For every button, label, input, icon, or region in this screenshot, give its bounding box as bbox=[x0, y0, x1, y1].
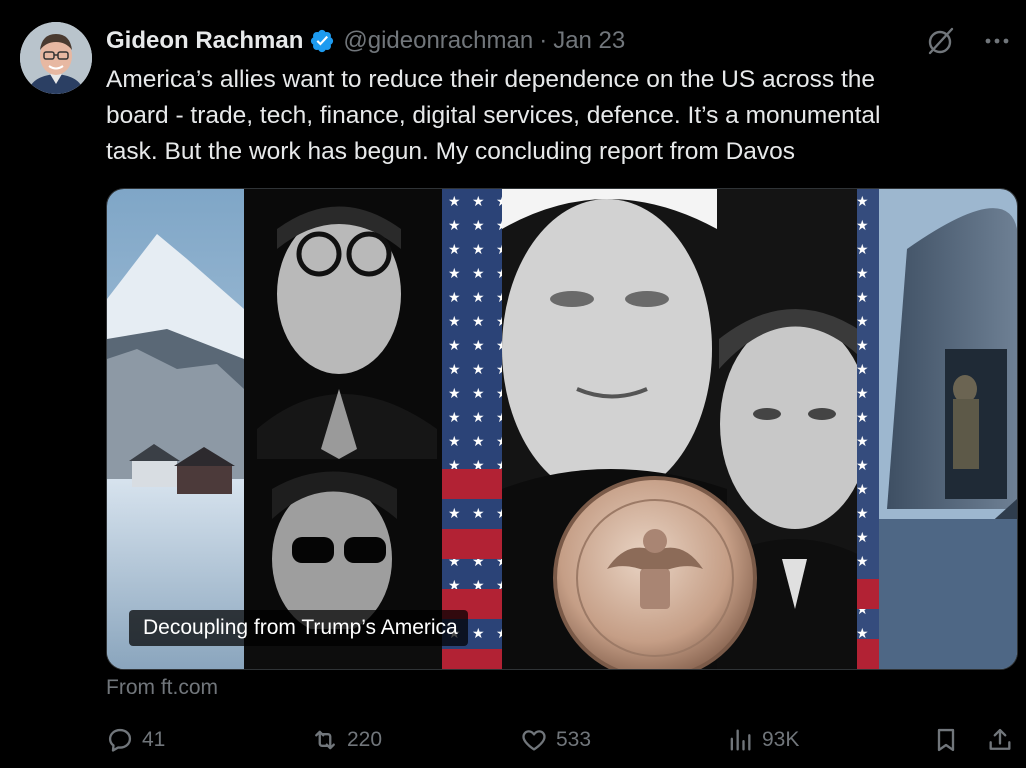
post-header: Gideon Rachman @gideonrachman · Jan 23 bbox=[106, 24, 625, 58]
author-handle[interactable]: @gideonrachman bbox=[343, 27, 533, 55]
views-count: 93K bbox=[762, 728, 800, 751]
post-text-line: America’s allies want to reduce their de… bbox=[106, 66, 876, 93]
post-text-line: board - trade, tech, finance, digital se… bbox=[106, 102, 881, 129]
post-actions-bar: 41 220 533 93K bbox=[106, 726, 1016, 762]
avatar-image bbox=[20, 22, 92, 94]
author-name[interactable]: Gideon Rachman bbox=[106, 27, 303, 55]
bookmark-icon bbox=[937, 728, 955, 752]
reply-count: 41 bbox=[142, 728, 166, 751]
repost-button[interactable]: 220 bbox=[311, 726, 382, 754]
views-icon bbox=[730, 729, 751, 751]
like-count: 533 bbox=[556, 728, 592, 751]
share-button[interactable] bbox=[986, 726, 1014, 754]
bookmark-button[interactable] bbox=[932, 726, 960, 754]
repost-count: 220 bbox=[347, 728, 383, 751]
post-top-actions bbox=[926, 26, 1012, 56]
collage-image: ★ bbox=[107, 189, 1017, 669]
link-card-image[interactable]: ★ bbox=[106, 188, 1018, 670]
link-card-title[interactable]: Decoupling from Trump’s America bbox=[129, 610, 468, 646]
separator-dot: · bbox=[539, 27, 548, 54]
post-date[interactable]: Jan 23 bbox=[553, 27, 625, 55]
reply-button[interactable]: 41 bbox=[106, 726, 165, 754]
post-text-line: task. But the work has begun. My conclud… bbox=[106, 138, 796, 165]
views-button[interactable]: 93K bbox=[726, 726, 799, 754]
verified-badge-icon[interactable] bbox=[309, 28, 335, 54]
author-avatar[interactable] bbox=[20, 22, 92, 94]
like-button[interactable]: 533 bbox=[520, 726, 591, 754]
reply-icon bbox=[108, 728, 132, 752]
grok-icon[interactable] bbox=[926, 26, 956, 56]
more-options-icon[interactable] bbox=[982, 26, 1012, 56]
link-source[interactable]: From ft.com bbox=[106, 676, 218, 700]
heart-icon bbox=[522, 730, 546, 751]
post-text: America’s allies want to reduce their de… bbox=[106, 62, 1006, 170]
share-icon bbox=[989, 728, 1011, 750]
repost-icon bbox=[315, 730, 335, 750]
